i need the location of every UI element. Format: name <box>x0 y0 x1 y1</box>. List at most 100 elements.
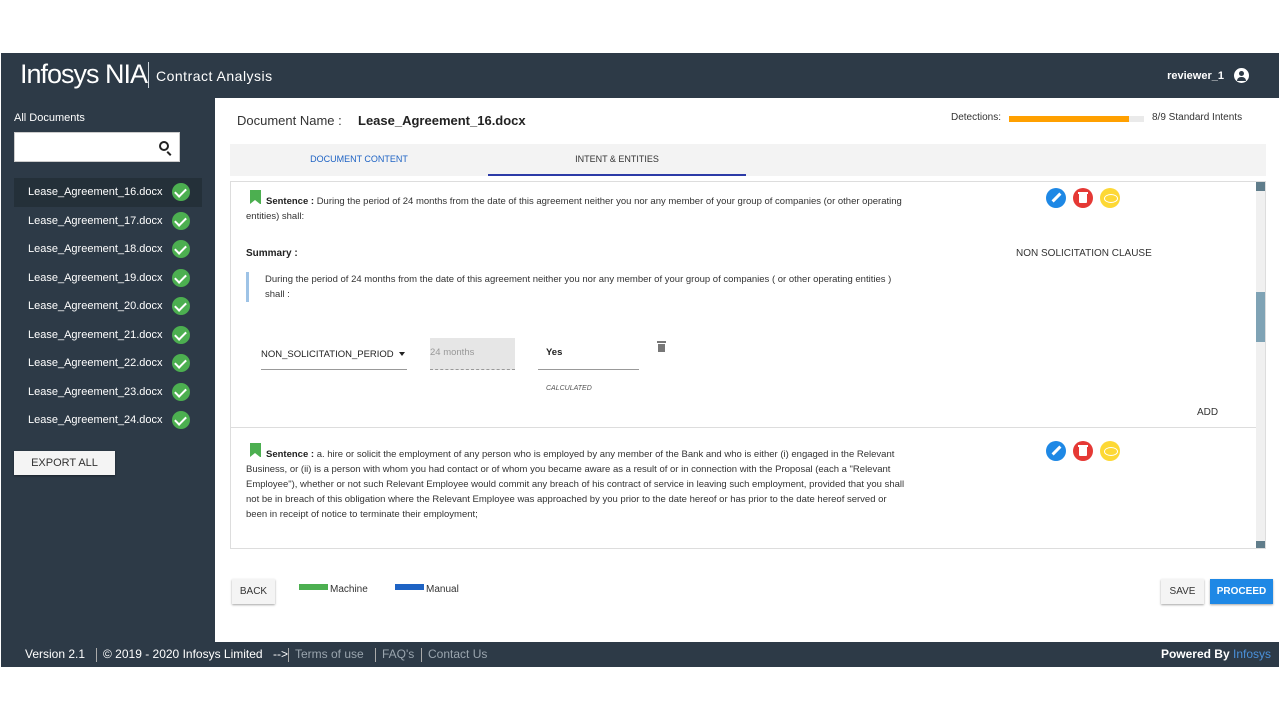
scrollbar[interactable] <box>1256 182 1265 548</box>
legend-manual: Manual <box>395 584 459 595</box>
edit-icon[interactable] <box>1046 441 1066 461</box>
document-item[interactable]: Lease_Agreement_21.docx <box>14 321 202 350</box>
document-item[interactable]: Lease_Agreement_24.docx <box>14 406 202 435</box>
check-circle-icon <box>172 268 190 287</box>
document-item-label: Lease_Agreement_23.docx <box>28 385 163 398</box>
check-circle-icon <box>172 211 190 230</box>
view-icon[interactable] <box>1100 188 1120 208</box>
header-divider <box>148 62 149 88</box>
sentence-body: During the period of 24 months from the … <box>246 196 902 222</box>
clause-label: NON SOLICITATION CLAUSE <box>1016 248 1152 259</box>
app-window: Infosys NIA Contract Analysis reviewer_1… <box>1 53 1279 667</box>
intent-card: Sentence : a. hire or solicit the employ… <box>231 429 1257 548</box>
entity-value-field[interactable]: 24 months <box>430 338 515 370</box>
sidebar: All Documents Lease_Agreement_16.docx Le… <box>1 98 215 642</box>
document-search-input[interactable] <box>14 132 180 162</box>
detections-count: 8/9 Standard Intents <box>1152 112 1243 123</box>
footer-divider <box>375 648 376 662</box>
check-circle-icon <box>172 325 190 344</box>
edit-icon[interactable] <box>1046 188 1066 208</box>
search-icon[interactable] <box>159 141 169 151</box>
app-header: Infosys NIA Contract Analysis reviewer_1 <box>1 53 1279 98</box>
sidebar-title: All Documents <box>14 112 85 124</box>
document-name: Lease_Agreement_16.docx <box>358 113 526 128</box>
app-title: Contract Analysis <box>156 68 273 84</box>
add-entity-button[interactable]: ADD <box>1197 407 1218 418</box>
check-circle-icon <box>172 354 190 372</box>
footer-divider <box>96 648 97 662</box>
document-item[interactable]: Lease_Agreement_20.docx <box>14 292 202 321</box>
powered-by: Powered By Infosys <box>1161 642 1271 667</box>
terms-link[interactable]: Terms of use <box>295 642 364 667</box>
scrollbar-thumb[interactable] <box>1256 292 1265 342</box>
document-item-label: Lease_Agreement_20.docx <box>28 300 163 312</box>
delete-icon[interactable] <box>1073 188 1093 208</box>
detections-label: Detections: <box>951 112 1002 123</box>
document-item[interactable]: Lease_Agreement_23.docx <box>14 378 202 407</box>
footer-divider <box>421 648 422 662</box>
user-name[interactable]: reviewer_1 <box>1167 70 1224 82</box>
document-item-label: Lease_Agreement_19.docx <box>28 271 163 284</box>
export-all-button[interactable]: EXPORT ALL <box>14 451 115 475</box>
version-text: Version 2.1 <box>25 647 86 661</box>
legend-swatch <box>395 584 424 590</box>
document-list: Lease_Agreement_16.docx Lease_Agreement_… <box>14 178 202 435</box>
document-item[interactable]: Lease_Agreement_19.docx <box>14 264 202 293</box>
sentence-label: Sentence : <box>266 449 315 460</box>
infosys-footer-logo: Infosys <box>1232 647 1271 661</box>
delete-icon[interactable] <box>1073 441 1093 461</box>
check-circle-icon <box>172 382 190 401</box>
proceed-button[interactable]: PROCEED <box>1210 579 1273 604</box>
document-item[interactable]: Lease_Agreement_18.docx <box>14 235 202 264</box>
footer-divider <box>288 648 289 662</box>
legend-label: Manual <box>426 584 459 595</box>
document-item[interactable]: Lease_Agreement_17.docx <box>14 207 202 236</box>
main-panel: Document Name : Lease_Agreement_16.docx … <box>215 98 1279 642</box>
document-item-label: Lease_Agreement_17.docx <box>28 214 163 227</box>
app-footer: Version 2.1 © 2019 - 2020 Infosys Limite… <box>1 642 1279 667</box>
back-button[interactable]: BACK <box>232 579 275 604</box>
entity-type-value: NON_SOLICITATION_PERIOD <box>261 349 394 360</box>
summary-label: Summary : <box>246 248 298 259</box>
document-item-label: Lease_Agreement_22.docx <box>28 357 163 369</box>
copyright-text: © 2019 - 2020 Infosys Limited <box>103 647 263 661</box>
entity-answer-field[interactable]: Yes <box>538 338 639 370</box>
detections-progress-bar <box>1009 116 1144 122</box>
calculated-label: CALCULATED <box>546 385 592 392</box>
scroll-up-arrow[interactable] <box>1256 182 1265 191</box>
contact-link[interactable]: Contact Us <box>428 642 487 667</box>
detections-progress-fill <box>1009 116 1130 122</box>
document-item-label: Lease_Agreement_21.docx <box>28 328 163 341</box>
tab-document-content[interactable]: DOCUMENT CONTENT <box>230 144 488 176</box>
caret-down-icon <box>399 352 405 356</box>
sentence-body: a. hire or solicit the employment of any… <box>246 449 905 520</box>
check-circle-icon <box>172 183 190 201</box>
sentence-text: Sentence : During the period of 24 month… <box>246 194 906 224</box>
legend-machine: Machine <box>299 584 368 595</box>
intent-list: Sentence : During the period of 24 month… <box>230 181 1266 549</box>
sentence-label: Sentence : <box>266 196 315 207</box>
summary-text: During the period of 24 months from the … <box>246 272 906 302</box>
document-item[interactable]: Lease_Agreement_22.docx <box>14 349 202 378</box>
document-item[interactable]: Lease_Agreement_16.docx <box>14 178 202 207</box>
intent-card: Sentence : During the period of 24 month… <box>231 182 1257 428</box>
save-button[interactable]: SAVE <box>1161 579 1204 604</box>
trash-icon[interactable] <box>657 341 666 352</box>
entity-type-select[interactable]: NON_SOLICITATION_PERIOD <box>261 342 407 370</box>
check-circle-icon <box>172 240 190 258</box>
document-item-label: Lease_Agreement_24.docx <box>28 414 163 426</box>
tab-bar: DOCUMENT CONTENT INTENT & ENTITIES <box>230 144 1266 176</box>
infosys-nia-logo: Infosys NIA <box>20 59 148 89</box>
legend-swatch <box>299 584 328 590</box>
check-circle-icon <box>172 297 190 315</box>
document-item-label: Lease_Agreement_16.docx <box>28 186 163 198</box>
sentence-text: Sentence : a. hire or solicit the employ… <box>246 447 906 522</box>
faq-link[interactable]: FAQ's <box>382 642 414 667</box>
view-icon[interactable] <box>1100 441 1120 461</box>
scroll-down-arrow[interactable] <box>1256 541 1265 548</box>
document-item-label: Lease_Agreement_18.docx <box>28 243 163 255</box>
tab-intent-entities[interactable]: INTENT & ENTITIES <box>488 144 746 176</box>
account-circle-icon[interactable] <box>1234 68 1249 83</box>
document-name-label: Document Name : <box>237 113 342 128</box>
footer-arrow: --> <box>273 647 288 661</box>
